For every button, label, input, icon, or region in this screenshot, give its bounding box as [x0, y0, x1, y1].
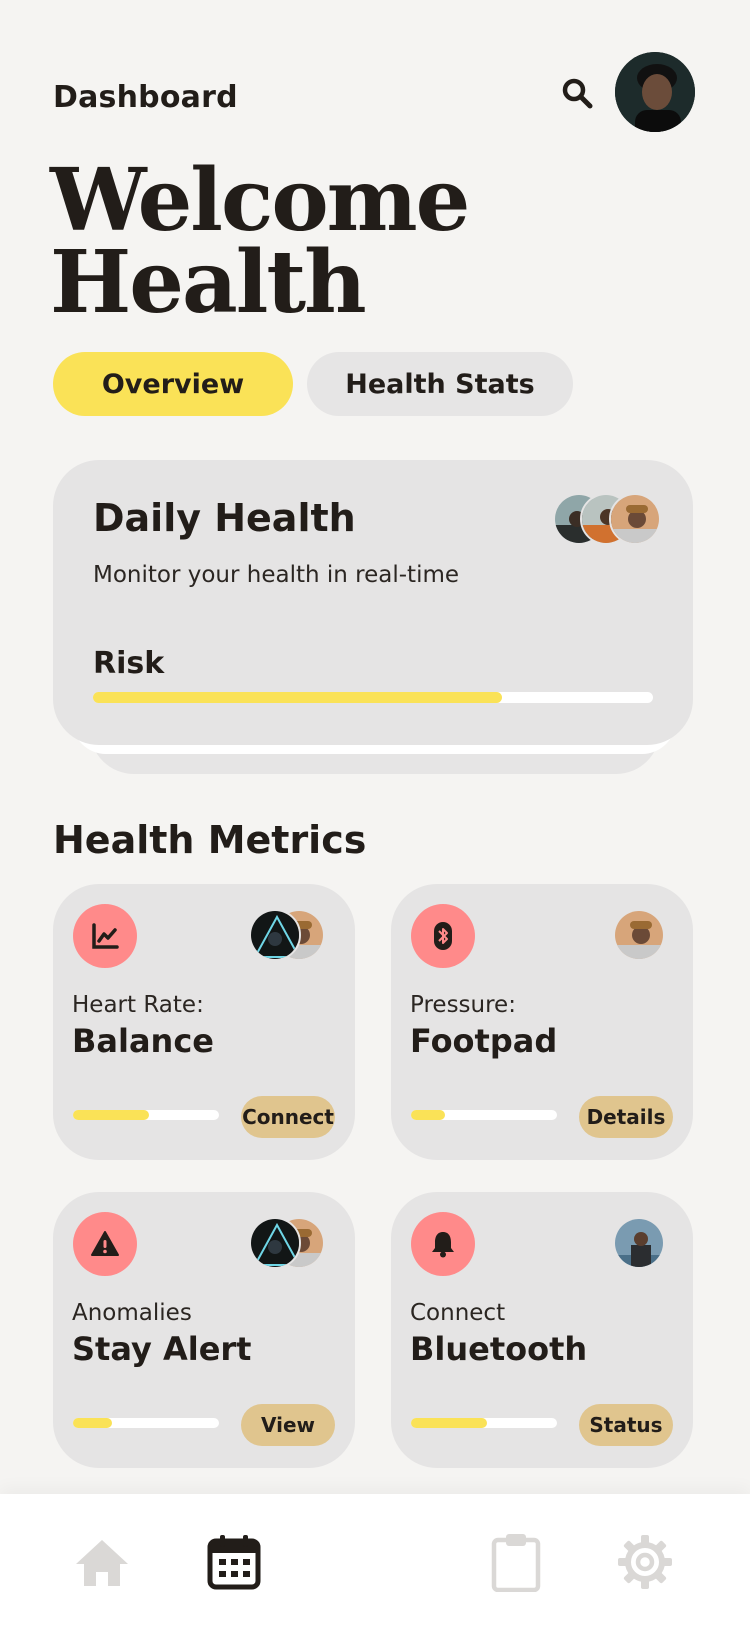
search-icon[interactable]	[560, 76, 596, 112]
daily-health-card[interactable]: Daily Health Monitor your health in real…	[53, 460, 693, 745]
metric-progress-fill	[73, 1418, 113, 1428]
tab-overview[interactable]: Overview	[53, 352, 293, 416]
metric-value: Bluetooth	[410, 1330, 588, 1368]
clipboard-icon[interactable]	[486, 1532, 546, 1593]
calendar-icon[interactable]	[204, 1532, 264, 1592]
connect-button[interactable]: Connect	[241, 1096, 335, 1138]
metric-value: Balance	[72, 1022, 214, 1060]
details-button[interactable]: Details	[579, 1096, 673, 1138]
tab-health-stats[interactable]: Health Stats	[307, 352, 573, 416]
view-button[interactable]: View	[241, 1404, 335, 1446]
participant-avatar	[613, 909, 665, 961]
participant-avatar	[609, 493, 661, 545]
metric-card-heart-rate[interactable]: Heart Rate: Balance Connect	[53, 884, 355, 1160]
daily-health-subtitle: Monitor your health in real-time	[93, 562, 460, 588]
status-button[interactable]: Status	[579, 1404, 673, 1446]
avatar[interactable]	[615, 52, 695, 132]
participant-avatar	[249, 1217, 301, 1269]
metric-value: Stay Alert	[72, 1330, 252, 1368]
welcome-heading: Welcome Health	[50, 150, 470, 333]
metric-card-bluetooth[interactable]: Connect Bluetooth Status	[391, 1192, 693, 1468]
metric-progress-bar	[73, 1418, 219, 1428]
metric-value: Footpad	[410, 1022, 558, 1060]
risk-progress-fill	[93, 692, 502, 703]
participant-avatar	[249, 909, 301, 961]
health-line: Health	[50, 232, 367, 333]
app-screen: Dashboard Welcome Health Overview Health…	[0, 0, 750, 1636]
participant-avatar	[613, 1217, 665, 1269]
risk-label: Risk	[93, 646, 165, 681]
metric-label: Heart Rate:	[72, 992, 204, 1018]
page-title: Dashboard	[53, 80, 238, 115]
bell-icon	[411, 1212, 475, 1276]
health-metrics-title: Health Metrics	[53, 818, 367, 862]
metric-progress-fill	[411, 1418, 487, 1428]
chart-line-icon	[73, 904, 137, 968]
warning-icon	[73, 1212, 137, 1276]
daily-health-title: Daily Health	[93, 496, 356, 540]
metric-progress-bar	[411, 1418, 557, 1428]
metric-label: Anomalies	[72, 1300, 192, 1326]
bluetooth-icon	[411, 904, 475, 968]
home-icon[interactable]	[72, 1532, 132, 1592]
welcome-line: Welcome	[50, 150, 470, 251]
settings-icon[interactable]	[615, 1532, 675, 1592]
metric-progress-bar	[73, 1110, 219, 1120]
metric-progress-fill	[73, 1110, 149, 1120]
metric-label: Connect	[410, 1300, 506, 1326]
metric-label: Pressure:	[410, 992, 516, 1018]
metric-card-pressure[interactable]: Pressure: Footpad Details	[391, 884, 693, 1160]
bottom-nav	[0, 1494, 750, 1636]
metric-progress-fill	[411, 1110, 445, 1120]
risk-progress-bar	[93, 692, 653, 703]
metric-card-anomalies[interactable]: Anomalies Stay Alert View	[53, 1192, 355, 1468]
metric-progress-bar	[411, 1110, 557, 1120]
